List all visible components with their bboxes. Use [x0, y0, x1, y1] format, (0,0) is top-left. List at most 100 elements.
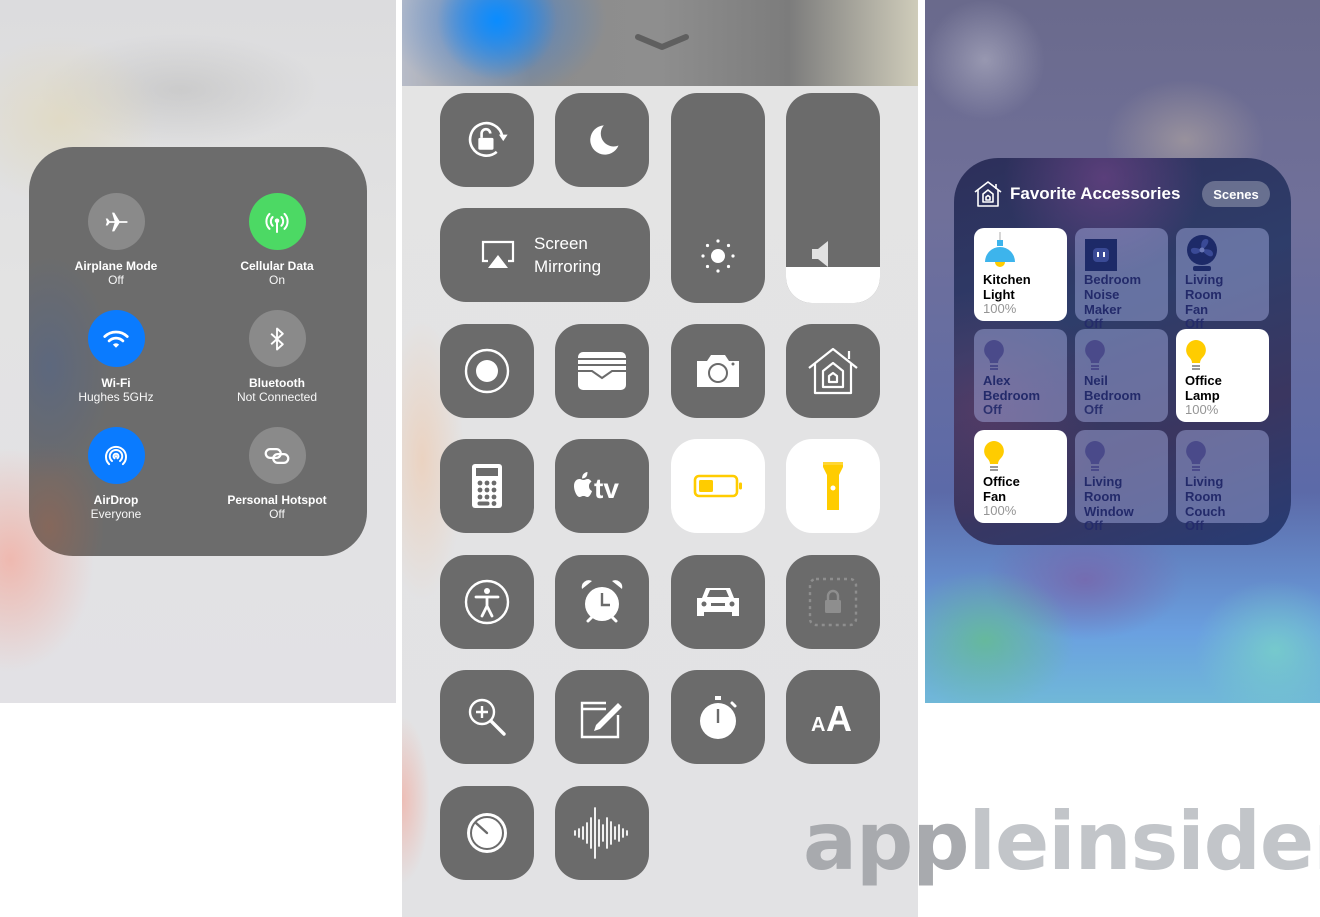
accessory-tile[interactable]: Office Lamp 100%	[1176, 329, 1269, 422]
chevron-down-icon[interactable]	[634, 30, 690, 54]
airdrop-button[interactable]	[87, 427, 145, 484]
cellular-antenna-icon	[265, 212, 289, 233]
flashlight-button[interactable]	[786, 439, 880, 533]
cellular-data-toggle[interactable]: Cellular Data On	[202, 193, 352, 287]
battery-icon	[693, 474, 742, 498]
accessory-name-line1: Kitchen	[983, 272, 1031, 287]
volume-level-fill	[786, 267, 880, 303]
do-not-disturb-button[interactable]	[555, 93, 649, 187]
cellular-data-status: On	[268, 273, 285, 287]
magnifier-icon	[468, 698, 506, 736]
bluetooth-button[interactable]	[248, 310, 306, 367]
apple-tv-remote-button[interactable]: tv	[555, 439, 649, 533]
accessory-name-line1: Living Room	[1084, 474, 1123, 504]
brightness-slider[interactable]	[671, 93, 765, 303]
accessory-tile[interactable]: Neil Bedroom Off	[1075, 329, 1168, 422]
voice-memo-icon	[574, 807, 628, 859]
text-size-icon: AA	[811, 699, 852, 735]
timer-icon	[467, 813, 507, 853]
alarm-button[interactable]	[555, 555, 649, 649]
scenes-button[interactable]: Scenes	[1202, 181, 1270, 207]
notes-button[interactable]	[555, 670, 649, 764]
speaker-icon	[812, 241, 828, 267]
bluetooth-toggle[interactable]: Bluetooth Not Connected	[202, 310, 352, 404]
record-icon	[464, 348, 510, 394]
orientation-lock-button[interactable]	[440, 93, 534, 187]
calculator-button[interactable]	[440, 439, 534, 533]
personal-hotspot-status: Off	[269, 507, 285, 521]
accessory-name-line1: Neil	[1084, 373, 1108, 388]
wifi-button[interactable]	[87, 310, 145, 367]
airplane-mode-status: Off	[108, 273, 124, 287]
accessibility-button[interactable]	[440, 555, 534, 649]
control-center-panel: Screen Mirroring tv A A	[402, 0, 918, 917]
apple-tv-icon: tv	[574, 472, 619, 503]
wifi-label: Wi-Fi	[101, 376, 131, 390]
stopwatch-icon	[700, 696, 737, 739]
wifi-toggle[interactable]: Wi-Fi Hughes 5GHz	[41, 310, 191, 404]
accessory-tile[interactable]: Bedroom Noise Maker Off	[1075, 228, 1168, 331]
flashlight-icon	[823, 462, 843, 510]
bluetooth-status: Not Connected	[236, 390, 318, 404]
driving-mode-button[interactable]	[671, 555, 765, 649]
home-title: Favorite Accessories	[1010, 184, 1181, 203]
accessory-name-line1: Living Room	[1185, 272, 1224, 302]
wallet-button[interactable]	[555, 324, 649, 418]
accessory-status: 100%	[983, 503, 1017, 518]
airplane-mode-label: Airplane Mode	[74, 259, 158, 273]
wifi-status: Hughes 5GHz	[78, 390, 154, 404]
home-icon	[808, 347, 858, 395]
screen-mirroring-label: Screen Mirroring	[534, 232, 601, 278]
home-button[interactable]	[786, 324, 880, 418]
bulb-icon	[1185, 333, 1260, 373]
volume-slider[interactable]	[786, 93, 880, 303]
wallet-icon	[578, 352, 626, 390]
cellular-data-button[interactable]	[248, 193, 306, 250]
bulb-icon	[1084, 434, 1159, 474]
magnifier-button[interactable]	[440, 670, 534, 764]
guided-access-button[interactable]	[786, 555, 880, 649]
control-center-header	[402, 0, 918, 86]
accessory-tile[interactable]: Living Room Window Off	[1075, 430, 1168, 533]
airdrop-status: Everyone	[90, 507, 142, 521]
accessory-name-line2: Noise Maker	[1084, 287, 1122, 317]
accessory-name-line2: Bedroom	[1084, 388, 1142, 403]
calculator-icon	[472, 464, 502, 508]
accessory-tile[interactable]: Kitchen Light 100%	[974, 228, 1067, 321]
accessory-name-line2: Couch	[1185, 504, 1226, 519]
watermark-part1: app	[803, 795, 970, 888]
airplane-mode-button[interactable]	[87, 193, 145, 250]
accessory-tile[interactable]: Living Room Couch Off	[1176, 430, 1269, 533]
accessory-tile[interactable]: Alex Bedroom Off	[974, 329, 1067, 422]
watermark-part2: leinsider	[968, 795, 1320, 888]
accessory-tile[interactable]: Office Fan 100%	[974, 430, 1067, 523]
accessory-tile[interactable]: Living Room Fan Off	[1176, 228, 1269, 331]
voice-memos-button[interactable]	[555, 786, 649, 880]
airplane-mode-toggle[interactable]: Airplane Mode Off	[41, 193, 191, 287]
accessory-name-line2: Window	[1084, 504, 1134, 519]
brightness-sun-icon	[701, 239, 735, 273]
accessory-status: Off	[983, 402, 1002, 417]
text-size-button[interactable]: AA	[786, 670, 880, 764]
alarm-clock-icon	[581, 580, 623, 623]
home-icon	[974, 181, 1002, 207]
car-icon	[697, 588, 739, 616]
personal-hotspot-toggle[interactable]: Personal Hotspot Off	[202, 427, 352, 521]
wifi-icon	[103, 330, 129, 348]
airdrop-toggle[interactable]: AirDrop Everyone	[41, 427, 191, 521]
accessory-name-line1: Bedroom	[1084, 272, 1142, 287]
stopwatch-button[interactable]	[671, 670, 765, 764]
screen-mirroring-line1: Screen	[534, 234, 588, 253]
timer-button[interactable]	[440, 786, 534, 880]
favorite-accessories-card: Favorite Accessories Scenes Kitchen Light…	[954, 158, 1291, 545]
accessory-name-line1: Office	[1185, 373, 1222, 388]
screen-recording-button[interactable]	[440, 324, 534, 418]
camera-button[interactable]	[671, 324, 765, 418]
screen-mirroring-button[interactable]: Screen Mirroring	[440, 208, 650, 302]
bluetooth-icon	[270, 327, 284, 350]
low-power-mode-button[interactable]	[671, 439, 765, 533]
moon-icon	[590, 125, 619, 155]
hotspot-link-icon	[264, 447, 290, 464]
personal-hotspot-button[interactable]	[248, 427, 306, 484]
bulb-icon	[1084, 333, 1159, 373]
